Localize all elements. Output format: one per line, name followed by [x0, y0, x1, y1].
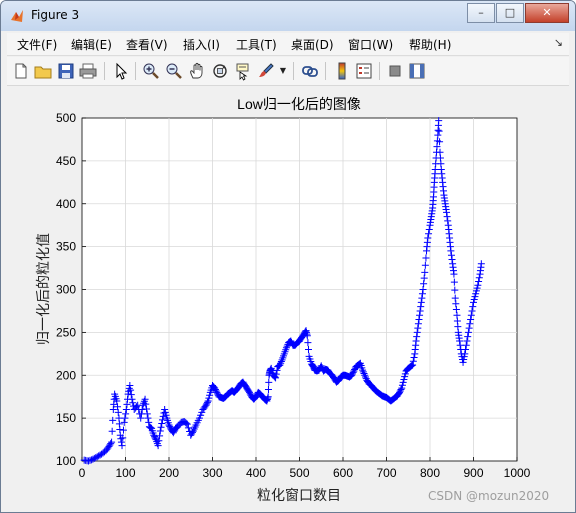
show-plot-tools-icon[interactable]: [407, 61, 427, 81]
maximize-button[interactable]: □: [496, 3, 524, 23]
figure-window: Figure 3 – □ ✕ 文件(F) 编辑(E) 查看(V) 插入(I) 工…: [0, 0, 576, 513]
window-title: Figure 3: [31, 8, 80, 22]
y-tick-label: 500: [56, 111, 76, 125]
close-button[interactable]: ✕: [525, 3, 569, 23]
toolbar: ▼: [7, 57, 569, 86]
rotate-3d-icon[interactable]: [210, 61, 230, 81]
pointer-icon[interactable]: [111, 61, 131, 81]
toolbar-separator: [104, 62, 105, 80]
x-tick-label: 700: [376, 466, 396, 480]
y-tick-label: 150: [56, 411, 76, 425]
y-tick-label: 100: [56, 454, 76, 468]
x-tick-label: 1000: [504, 466, 531, 480]
new-file-icon[interactable]: [11, 61, 31, 81]
figure-canvas-area: 0 100 200 300 400 500 600 700 800 900 1000 100 150 20…: [7, 87, 569, 506]
menu-view[interactable]: 查看(V): [126, 36, 168, 53]
x-tick-label: 100: [115, 466, 135, 480]
menu-desktop[interactable]: 桌面(D): [291, 36, 334, 53]
y-tick-label: 350: [56, 240, 76, 254]
menu-tools[interactable]: 工具(T): [236, 36, 277, 53]
x-tick-label: 500: [289, 466, 309, 480]
brush-icon[interactable]: [256, 61, 276, 81]
hide-plot-tools-icon[interactable]: [385, 61, 405, 81]
x-axis-label: 粒化窗口数目: [257, 487, 341, 504]
pan-hand-icon[interactable]: [187, 61, 207, 81]
link-plot-icon[interactable]: [300, 61, 320, 81]
chart-title: Low归一化后的图像: [237, 96, 361, 112]
y-axis-label: 归一化后的粒化值: [35, 233, 52, 345]
watermark: CSDN @mozun2020: [428, 489, 550, 503]
brush-dropdown-icon[interactable]: ▼: [278, 61, 288, 81]
x-tick-label: 900: [463, 466, 483, 480]
x-tick-label: 300: [202, 466, 222, 480]
menu-help[interactable]: 帮助(H): [409, 36, 451, 53]
y-tick-label: 450: [56, 154, 76, 168]
x-tick-label: 0: [79, 466, 86, 480]
title-bar[interactable]: Figure 3 – □ ✕: [1, 1, 575, 31]
menu-grip-icon[interactable]: ↘: [554, 36, 563, 49]
print-icon[interactable]: [78, 61, 98, 81]
menu-window[interactable]: 窗口(W): [348, 36, 393, 53]
scatter-chart[interactable]: 0 100 200 300 400 500 600 700 800 900 100010015020…: [7, 87, 569, 506]
minimize-button[interactable]: –: [467, 3, 495, 23]
toolbar-separator: [293, 62, 294, 80]
y-tick-label: 250: [56, 325, 76, 339]
menu-bar: 文件(F) 编辑(E) 查看(V) 插入(I) 工具(T) 桌面(D) 窗口(W…: [7, 33, 569, 56]
toolbar-separator: [135, 62, 136, 80]
y-tick-label: 200: [56, 368, 76, 382]
menu-file[interactable]: 文件(F): [17, 36, 57, 53]
x-tick-label: 600: [333, 466, 353, 480]
y-tick-label: 300: [56, 283, 76, 297]
data-cursor-icon[interactable]: [233, 61, 253, 81]
x-tick-label: 200: [159, 466, 179, 480]
zoom-out-icon[interactable]: [164, 61, 184, 81]
x-tick-label: 400: [246, 466, 266, 480]
matlab-app-icon: [11, 10, 23, 22]
menu-insert[interactable]: 插入(I): [183, 36, 220, 53]
toolbar-separator: [325, 62, 326, 80]
toolbar-separator: [379, 62, 380, 80]
legend-icon[interactable]: [354, 61, 374, 81]
y-tick-label: 400: [56, 197, 76, 211]
colorbar-icon[interactable]: [332, 61, 352, 81]
save-icon[interactable]: [56, 61, 76, 81]
zoom-in-icon[interactable]: [141, 61, 161, 81]
menu-edit[interactable]: 编辑(E): [71, 36, 112, 53]
open-folder-icon[interactable]: [33, 61, 53, 81]
x-tick-label: 800: [420, 466, 440, 480]
